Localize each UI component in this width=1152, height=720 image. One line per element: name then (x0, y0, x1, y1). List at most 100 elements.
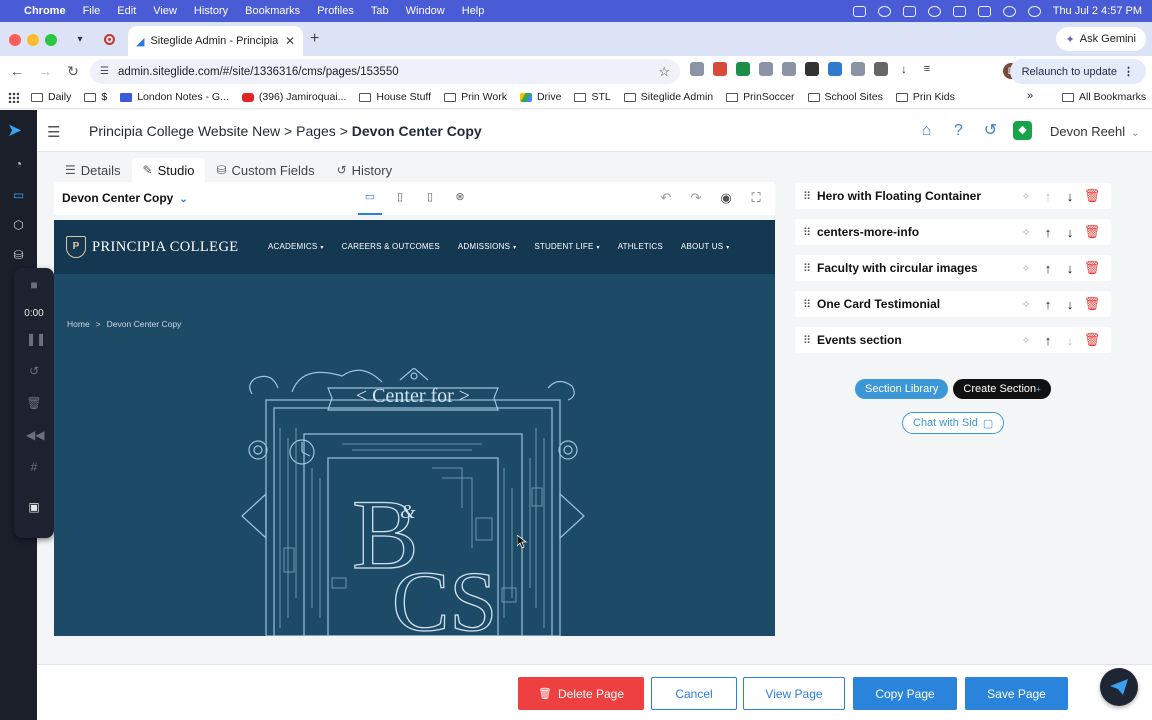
move-up-icon[interactable]: ↑ (1037, 261, 1059, 276)
menu-tab[interactable]: Tab (371, 5, 389, 17)
site-menu-athletics[interactable]: ATHLETICS (618, 242, 663, 251)
drag-handle-icon[interactable]: ⠿ (803, 262, 817, 275)
menu-bookmarks[interactable]: Bookmarks (245, 5, 300, 17)
move-down-icon[interactable]: ↓ (1059, 225, 1081, 240)
reset-view-icon[interactable]: ⊗ (452, 190, 468, 206)
address-bar[interactable]: ☰ admin.siteglide.com/#/site/1336316/cms… (90, 59, 680, 84)
bookmark-siteglide-admin[interactable]: Siteglide Admin (623, 91, 713, 103)
bluetooth-icon[interactable] (952, 5, 966, 17)
tab-history[interactable]: ↺ History (326, 158, 404, 182)
site-crumb-home[interactable]: Home (67, 319, 90, 329)
extension-on-icon[interactable] (736, 62, 750, 76)
menu-file[interactable]: File (83, 5, 101, 17)
desktop-view-icon[interactable]: ▭ (362, 190, 378, 206)
bookmark-dollar[interactable]: $ (84, 91, 107, 103)
extension-78-icon[interactable] (759, 62, 773, 76)
menu-view[interactable]: View (153, 5, 177, 17)
undo-icon[interactable]: ↶ (658, 190, 674, 206)
extension-f-icon[interactable] (805, 62, 819, 76)
menu-app-name[interactable]: Chrome (24, 5, 66, 17)
history-icon[interactable]: ↺ (981, 121, 1000, 140)
restart-icon[interactable]: ↺ (26, 364, 42, 378)
bookmark-prin-kids[interactable]: Prin Kids (895, 91, 955, 103)
move-up-icon[interactable]: ↑ (1037, 333, 1059, 348)
drag-handle-icon[interactable]: ⠿ (803, 334, 817, 347)
tab-close-icon[interactable]: ✕ (285, 34, 295, 48)
window-zoom-button[interactable] (45, 34, 57, 46)
battery-icon[interactable] (977, 5, 991, 17)
view-page-button[interactable]: View Page (743, 677, 845, 710)
section-item[interactable]: ⠿ Faculty with circular images ✧ ↑ ↓ 🗑 (795, 255, 1111, 281)
menu-hamburger-icon[interactable]: ☰ (47, 123, 60, 141)
ask-gemini-button[interactable]: ✦ Ask Gemini (1055, 27, 1146, 51)
delete-page-button[interactable]: 🗑 Delete Page (518, 677, 644, 710)
clock[interactable]: Thu Jul 2 4:57 PM (1053, 5, 1142, 17)
copy-page-button[interactable]: Copy Page (853, 677, 957, 710)
move-down-icon[interactable]: ↓ (1059, 297, 1081, 312)
move-up-icon[interactable]: ↑ (1037, 225, 1059, 240)
site-menu-admissions[interactable]: ADMISSIONS ▾ (458, 242, 516, 251)
wifi-icon[interactable] (1002, 5, 1016, 17)
site-menu-about[interactable]: ABOUT US ▾ (681, 242, 730, 251)
create-section-button[interactable]: Create Section + (953, 379, 1051, 399)
mobile-view-icon[interactable]: ▯ (422, 190, 438, 206)
page-preview-canvas[interactable]: P PRINCIPIA COLLEGE ACADEMICS ▾ CAREERS &… (54, 220, 775, 636)
download-icon[interactable]: ↓ (897, 62, 911, 76)
cancel-button[interactable]: Cancel (651, 677, 737, 710)
menu-profiles[interactable]: Profiles (317, 5, 354, 17)
ai-sparkle-icon[interactable]: ✧ (1015, 226, 1037, 239)
preview-eye-icon[interactable]: ◉ (718, 190, 734, 206)
page-select-dropdown[interactable]: Devon Center Copy ⌄ (62, 191, 188, 205)
window-close-button[interactable] (9, 34, 21, 46)
forward-arrow-icon[interactable]: → (34, 63, 56, 79)
tab-search-chevron-icon[interactable]: ▾ (70, 31, 90, 49)
principia-logo[interactable]: P PRINCIPIA COLLEGE (66, 236, 239, 258)
modules-cube-icon[interactable]: ⬡ (10, 218, 27, 232)
section-library-button[interactable]: Section Library (855, 379, 949, 399)
spotlight-search-icon[interactable] (1027, 5, 1041, 17)
screen-record-icon[interactable] (852, 5, 866, 17)
move-down-icon[interactable]: ↓ (1059, 261, 1081, 276)
rewind-icon[interactable]: ◀◀ (26, 428, 44, 442)
window-minimize-button[interactable] (27, 34, 39, 46)
new-tab-plus-icon[interactable]: + (310, 30, 319, 48)
pause-icon[interactable]: ❚❚ (26, 332, 46, 346)
redo-icon[interactable]: ↷ (688, 190, 704, 206)
extensions-puzzle-icon[interactable] (874, 62, 888, 76)
extension-1password-icon[interactable] (690, 62, 704, 76)
chat-with-sid-button[interactable]: Chat with Sid ▢ (902, 412, 1005, 434)
extension-camera-icon[interactable] (782, 62, 796, 76)
reload-icon[interactable]: ↻ (62, 63, 84, 80)
bookmark-drive[interactable]: Drive (519, 91, 561, 103)
bookmark-star-icon[interactable]: ☆ (658, 64, 670, 80)
ai-sparkle-icon[interactable]: ✧ (1015, 298, 1037, 311)
breadcrumb-path[interactable]: Principia College Website New > Pages > (89, 123, 352, 139)
back-arrow-icon[interactable]: ← (6, 63, 28, 79)
grid-icon[interactable]: # (26, 460, 42, 474)
menu-window[interactable]: Window (406, 5, 445, 17)
delete-trash-icon[interactable]: 🗑 (1081, 296, 1103, 312)
tab-studio[interactable]: ✎ Studio (131, 158, 206, 182)
section-item[interactable]: ⠿ centers-more-info ✧ ↑ ↓ 🗑 (795, 219, 1111, 245)
site-menu-student-life[interactable]: STUDENT LIFE ▾ (534, 242, 599, 251)
delete-recording-icon[interactable]: 🗑 (26, 396, 42, 410)
menu-help[interactable]: Help (462, 5, 485, 17)
zoom-icon[interactable] (877, 5, 891, 17)
drag-handle-icon[interactable]: ⠿ (803, 298, 817, 311)
apps-grid-icon[interactable] (8, 91, 19, 103)
menu-edit[interactable]: Edit (117, 5, 136, 17)
bookmarks-overflow-icon[interactable]: » (1027, 90, 1033, 102)
bookmark-prin-work[interactable]: Prin Work (444, 91, 507, 103)
bookmark-youtube[interactable]: (396) Jamiroquai... (241, 91, 346, 103)
fullscreen-icon[interactable]: ⛶ (748, 190, 764, 206)
tab-details[interactable]: ☰ Details (54, 158, 132, 182)
address-bar-url[interactable]: admin.siteglide.com/#/site/1336316/cms/p… (118, 66, 658, 78)
site-info-icon[interactable]: ☰ (100, 66, 109, 77)
ai-sparkle-icon[interactable]: ✧ (1015, 262, 1037, 275)
section-item[interactable]: ⠿ One Card Testimonial ✧ ↑ ↓ 🗑 (795, 291, 1111, 317)
reading-list-icon[interactable]: ≡ (920, 62, 934, 76)
siteglide-logo-icon[interactable]: ➤ (7, 120, 22, 141)
bookmark-daily[interactable]: Daily (31, 91, 71, 103)
extension-eyedropper-icon[interactable] (828, 62, 842, 76)
stop-icon[interactable]: ■ (26, 278, 42, 292)
